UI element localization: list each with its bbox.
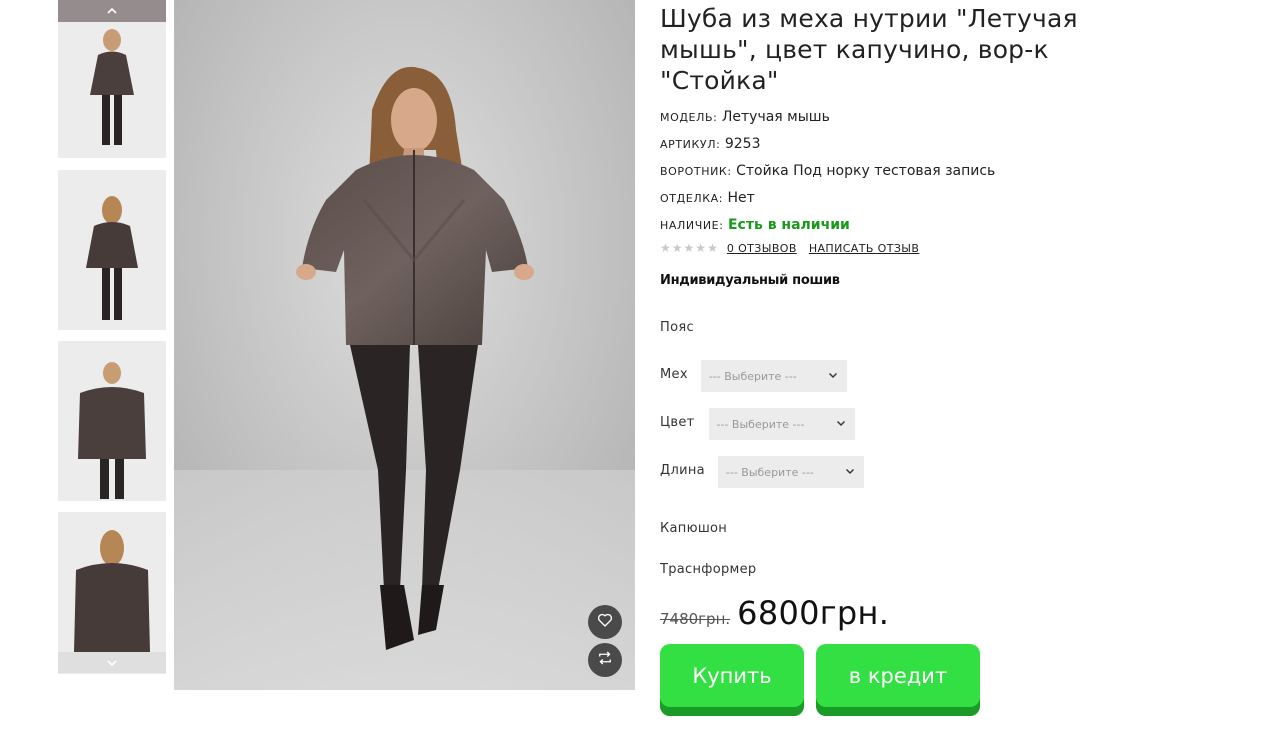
product-thumbnail[interactable] — [58, 512, 166, 673]
prop-value: Нет — [727, 190, 755, 206]
rating-row: ★ ★ ★ ★ ★ 0 ОТЗЫВОВ НАПИСАТЬ ОТЗЫВ — [660, 239, 1220, 257]
compare-button[interactable] — [588, 643, 622, 677]
buy-button[interactable]: Купить — [660, 644, 804, 716]
current-price: 6800грн. — [737, 594, 890, 632]
prop-value: Летучая мышь — [721, 109, 830, 125]
availability-status: Есть в наличии — [727, 217, 850, 233]
select-value: --- Выберите --- — [716, 417, 805, 431]
prop-label: МОДЕЛЬ: — [660, 111, 718, 124]
option-label: Длина — [660, 462, 705, 478]
wishlist-button[interactable] — [588, 605, 622, 639]
option-hood: Капюшон — [660, 521, 727, 536]
fur-select[interactable]: --- Выберите --- — [700, 360, 847, 392]
thumbnails-scroll-up[interactable] — [58, 0, 166, 22]
old-price: 7480грн. — [660, 610, 731, 628]
chevron-down-icon — [106, 654, 118, 673]
option-color: Цвет --- Выберите --- — [660, 408, 855, 440]
prop-value: Стойка Под норку тестовая запись — [736, 163, 996, 179]
heart-icon — [596, 611, 614, 633]
option-belt: Пояс — [660, 320, 694, 335]
option-label: Цвет — [660, 414, 695, 430]
prop-label: ОТДЕЛКА: — [660, 192, 724, 205]
chevron-up-icon — [106, 2, 118, 21]
option-label: Пояс — [660, 320, 694, 335]
star-icon: ★ — [683, 241, 695, 255]
option-fur: Мех --- Выберите --- — [660, 360, 847, 392]
star-icon: ★ — [695, 241, 707, 255]
option-label: Капюшон — [660, 521, 728, 536]
select-value: --- Выберите --- — [725, 465, 814, 479]
star-icon: ★ — [671, 241, 683, 255]
write-review-link[interactable]: НАПИСАТЬ ОТЗЫВ — [809, 242, 920, 255]
product-thumbnail[interactable] — [58, 170, 166, 330]
product-properties: МОДЕЛЬ: Летучая мышь АРТИКУЛ: 9253 ВОРОТ… — [660, 104, 1220, 239]
prop-value: 9253 — [724, 136, 761, 152]
star-icon: ★ — [707, 241, 718, 255]
product-title: Шуба из меха нутрии "Летучая мышь", цвет… — [660, 4, 1078, 95]
option-label: Мех — [660, 366, 688, 382]
option-transformer: Траснформер — [660, 562, 756, 577]
prop-sku: АРТИКУЛ: 9253 — [660, 131, 1220, 158]
color-select[interactable]: --- Выберите --- — [708, 408, 855, 440]
select-value: --- Выберите --- — [708, 369, 797, 383]
prop-trim: ОТДЕЛКА: Нет — [660, 185, 1220, 212]
prop-label: ВОРОТНИК: — [660, 165, 732, 178]
thumbnails-scroll-down[interactable] — [58, 652, 166, 674]
compare-icon — [596, 649, 614, 671]
chevron-down-icon — [845, 466, 855, 479]
prop-availability: НАЛИЧИЕ: Есть в наличии — [660, 212, 1220, 239]
product-photo — [174, 0, 635, 690]
chevron-down-icon — [836, 418, 846, 431]
prop-model: МОДЕЛЬ: Летучая мышь — [660, 104, 1220, 131]
product-thumbnail[interactable] — [58, 341, 166, 501]
option-label: Траснформер — [660, 562, 757, 577]
main-product-image[interactable] — [174, 0, 635, 690]
credit-button[interactable]: в кредит — [816, 644, 980, 716]
star-icon: ★ — [660, 241, 671, 255]
chevron-down-icon — [828, 370, 838, 383]
price: 7480грн. 6800грн. — [660, 594, 889, 632]
custom-tailoring-label: Индивидуальный пошив — [660, 273, 840, 288]
product-thumbnail[interactable] — [58, 0, 166, 158]
prop-collar: ВОРОТНИК: Стойка Под норку тестовая запи… — [660, 158, 1220, 185]
reviews-link[interactable]: 0 ОТЗЫВОВ — [727, 242, 797, 255]
option-length: Длина --- Выберите --- — [660, 456, 864, 488]
product-info: Шуба из меха нутрии "Летучая мышь", цвет… — [660, 0, 1220, 716]
thumbnail-carousel — [58, 0, 166, 674]
length-select[interactable]: --- Выберите --- — [717, 456, 864, 488]
prop-label: НАЛИЧИЕ: — [660, 219, 724, 232]
prop-label: АРТИКУЛ: — [660, 138, 721, 151]
rating-stars: ★ ★ ★ ★ ★ — [660, 242, 718, 254]
